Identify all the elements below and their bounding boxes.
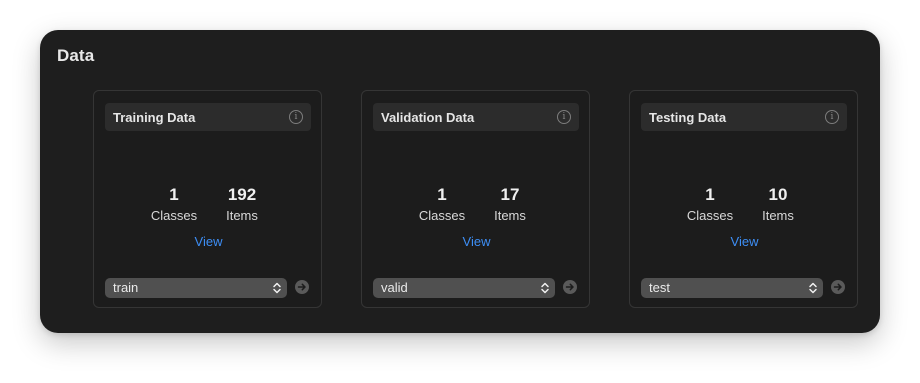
info-icon[interactable]: i <box>557 110 571 124</box>
info-icon[interactable]: i <box>825 110 839 124</box>
card-header: Testing Data i <box>641 103 847 131</box>
dataset-select[interactable]: test <box>641 278 823 298</box>
classes-label: Classes <box>150 208 198 223</box>
classes-label: Classes <box>418 208 466 223</box>
arrow-right-circle-icon[interactable] <box>831 280 845 294</box>
items-stat: 192 Items <box>207 185 277 223</box>
dataset-select[interactable]: train <box>105 278 287 298</box>
arrow-right-circle-icon[interactable] <box>295 280 309 294</box>
items-label: Items <box>226 208 258 223</box>
classes-count: 1 <box>437 185 447 204</box>
up-down-chevron-icon <box>809 282 817 294</box>
panel-title: Data <box>57 46 95 65</box>
dataset-select[interactable]: valid <box>373 278 555 298</box>
items-label: Items <box>762 208 794 223</box>
info-icon[interactable]: i <box>289 110 303 124</box>
arrow-right-circle-icon[interactable] <box>563 280 577 294</box>
select-value: test <box>649 280 670 295</box>
view-link[interactable]: View <box>630 234 859 249</box>
testing-data-card: Testing Data i 1 Classes 10 Items View t… <box>629 90 858 308</box>
card-title: Validation Data <box>381 110 475 125</box>
training-data-card: Training Data i 1 Classes 192 Items View… <box>93 90 322 308</box>
classes-label: Classes <box>686 208 734 223</box>
card-title: Testing Data <box>649 110 727 125</box>
select-value: train <box>113 280 139 295</box>
items-count: 192 <box>227 185 257 204</box>
items-stat: 17 Items <box>475 185 545 223</box>
select-value: valid <box>381 280 408 295</box>
view-link[interactable]: View <box>362 234 591 249</box>
view-link[interactable]: View <box>94 234 323 249</box>
classes-stat: 1 Classes <box>139 185 209 223</box>
up-down-chevron-icon <box>273 282 281 294</box>
card-title: Training Data <box>113 110 196 125</box>
classes-stat: 1 Classes <box>407 185 477 223</box>
items-count: 17 <box>500 185 520 204</box>
classes-count: 1 <box>705 185 715 204</box>
card-header: Validation Data i <box>373 103 579 131</box>
validation-data-card: Validation Data i 1 Classes 17 Items Vie… <box>361 90 590 308</box>
classes-count: 1 <box>169 185 179 204</box>
items-count: 10 <box>768 185 788 204</box>
up-down-chevron-icon <box>541 282 549 294</box>
items-stat: 10 Items <box>743 185 813 223</box>
items-label: Items <box>494 208 526 223</box>
card-header: Training Data i <box>105 103 311 131</box>
classes-stat: 1 Classes <box>675 185 745 223</box>
data-panel: Data Training Data i 1 Classes 192 Items… <box>40 30 880 333</box>
